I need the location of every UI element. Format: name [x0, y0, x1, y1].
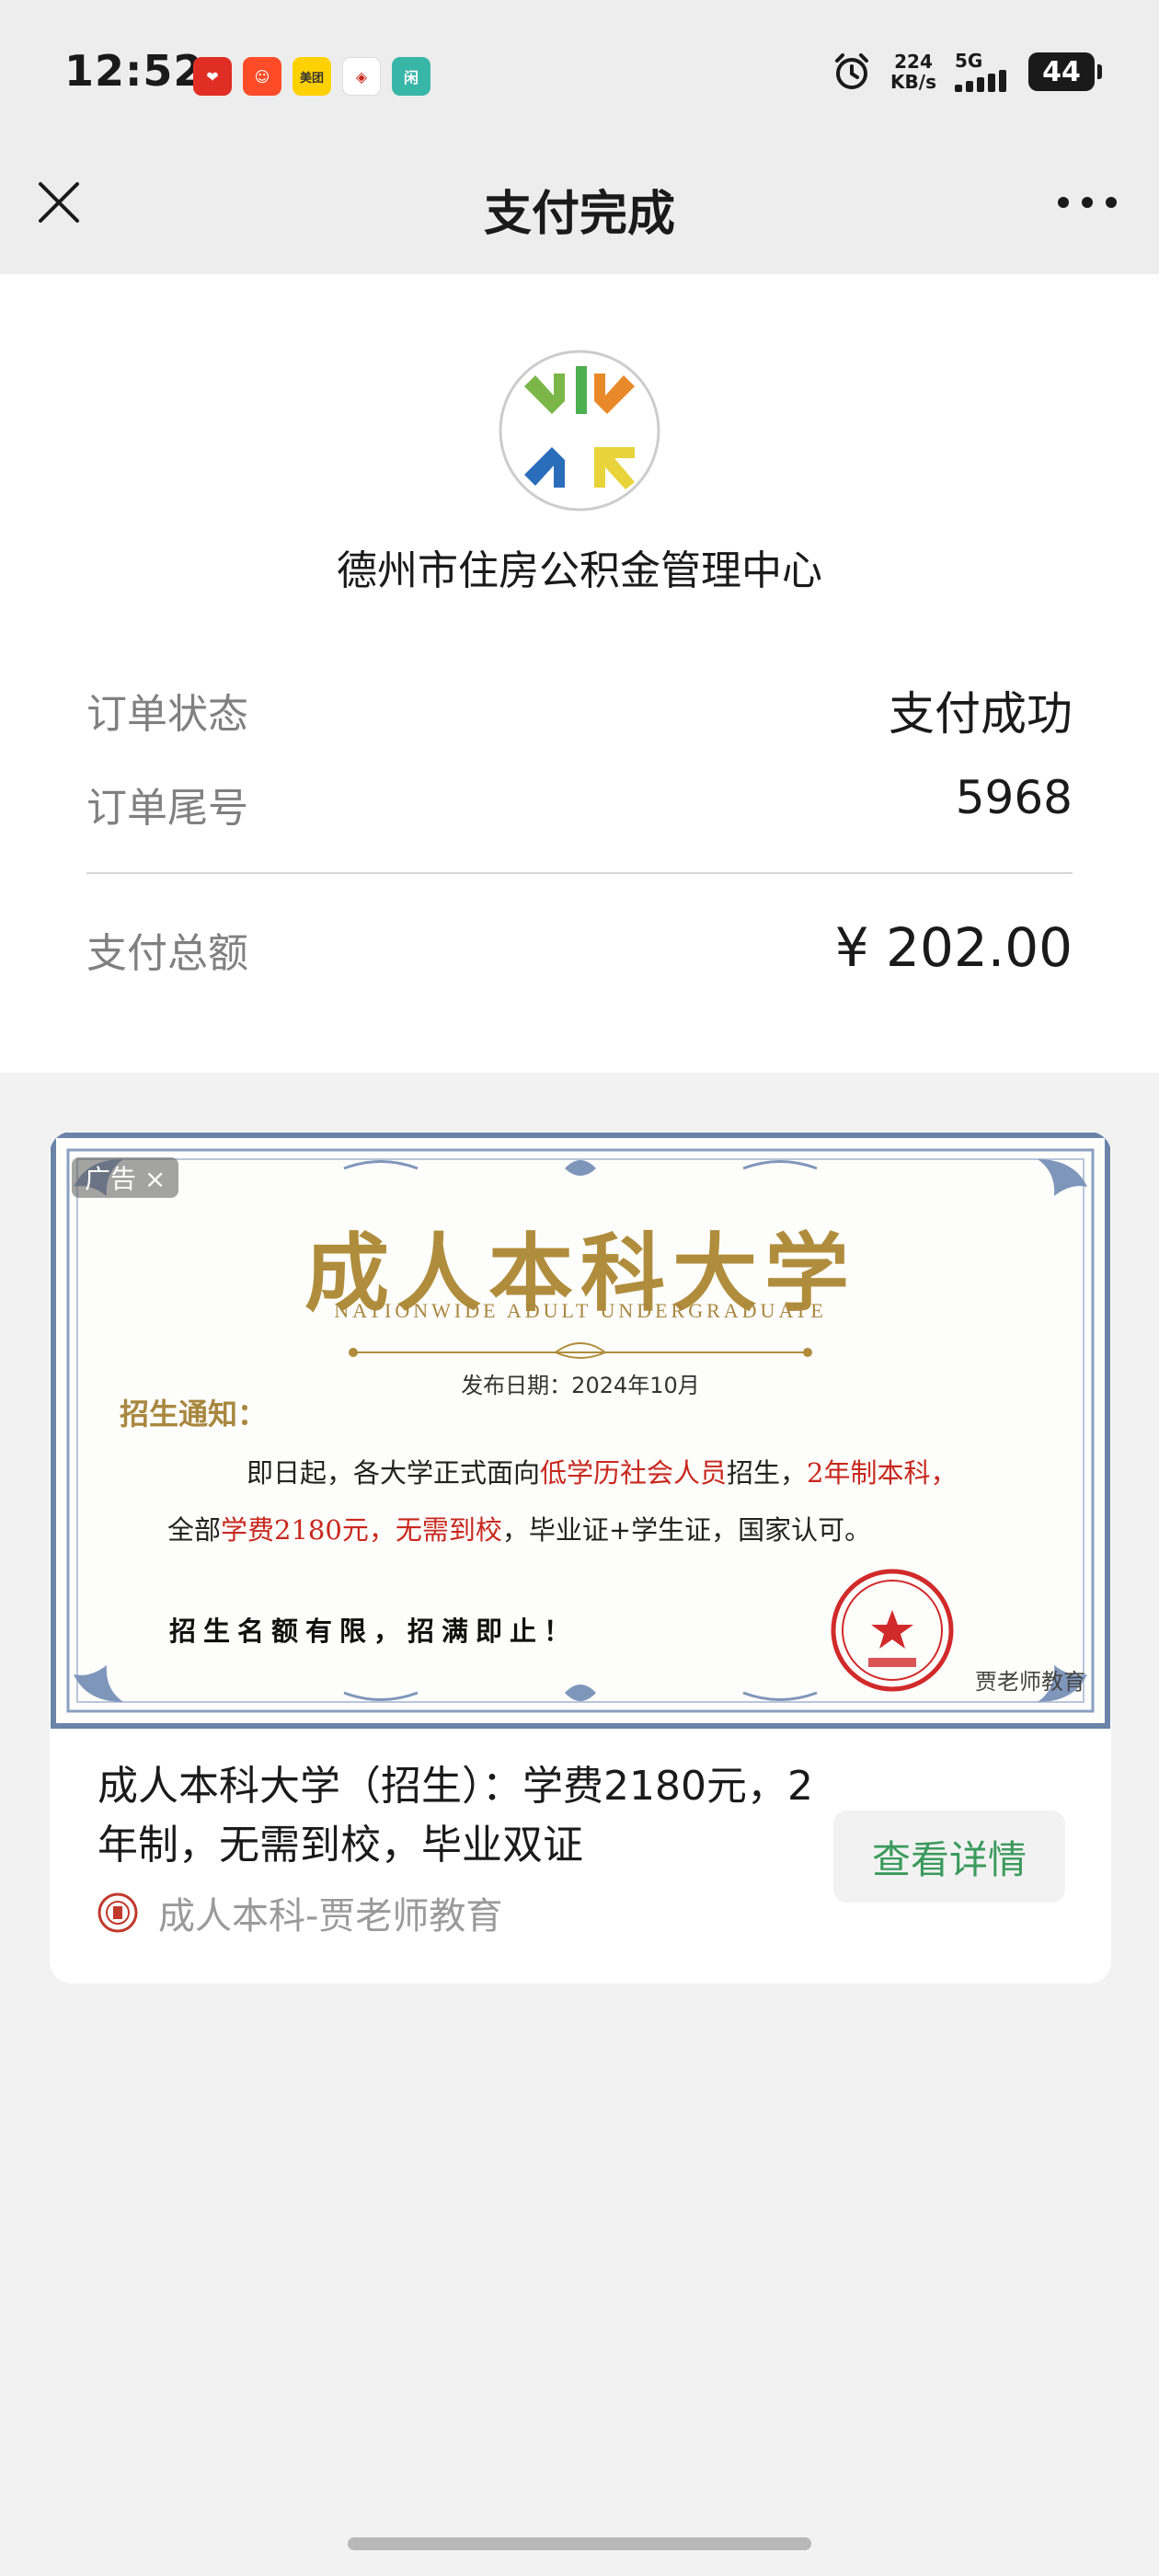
ad-title[interactable]: 成人本科大学（招生）：学费2180元，2年制，无需到校，毕业双证: [98, 1757, 815, 1875]
order-status-label: 订单状态: [86, 691, 248, 738]
signal-group: 5G: [955, 52, 1010, 92]
xianyu-icon: 闲: [392, 57, 430, 96]
alarm-icon: [835, 53, 869, 89]
status-time: 12:52: [64, 46, 204, 96]
certificate-signature: 贾老师教育: [975, 1669, 1085, 1695]
notice-text: 全部: [167, 1514, 222, 1546]
ad-card[interactable]: 广告 × 成人本科大学 NATIONWIDE ADULT UNDERGRADUA…: [50, 1132, 1111, 1984]
page-title: 支付完成: [483, 187, 675, 242]
seal-stamp: [831, 1569, 954, 1692]
order-number-value: 5968: [955, 771, 1073, 824]
order-status-value: 支付成功: [889, 687, 1073, 741]
ad-source[interactable]: 成人本科-贾老师教育: [98, 1886, 502, 1939]
status-right: 224 KB/s 5G 44: [832, 52, 1102, 92]
more-icon[interactable]: [1052, 177, 1122, 228]
pinduoduo-icon: ❤: [193, 57, 232, 96]
network-type: 5G: [955, 50, 983, 72]
merchant-name: 德州市住房公积金管理中心: [337, 547, 822, 594]
ad-image[interactable]: 广告 × 成人本科大学 NATIONWIDE ADULT UNDERGRADUA…: [50, 1132, 1111, 1730]
net-speed-value: 224: [894, 51, 933, 73]
notice-line-1: 即日起，各大学正式面向低学历社会人员招生，2年制本科，: [247, 1452, 958, 1490]
news-icon: ◈: [342, 57, 381, 96]
net-speed: 224 KB/s: [890, 52, 936, 92]
net-speed-unit: KB/s: [890, 71, 936, 93]
meituan-icon: 美团: [293, 57, 331, 96]
notice-limit: 招生名额有限，招满即止！: [169, 1616, 579, 1647]
battery-icon: 44: [1028, 52, 1102, 91]
notice-text: 即日起，各大学正式面向: [247, 1457, 541, 1489]
notice-highlight: 学费2180元，无需到校: [221, 1514, 502, 1546]
notice-text: 招生，: [727, 1457, 808, 1489]
divider: [86, 872, 1073, 874]
notice-heading: 招生通知：: [120, 1397, 268, 1432]
certificate-subtitle: NATIONWIDE ADULT UNDERGRADUATE: [334, 1299, 827, 1322]
home-indicator[interactable]: [348, 2537, 811, 2550]
notice-highlight: 2年制本科，: [807, 1457, 958, 1489]
merchant-logo: [499, 350, 660, 512]
total-amount-value: ¥ 202.00: [834, 916, 1073, 979]
order-number-label: 订单尾号: [86, 785, 248, 832]
signal-icon: [955, 70, 1006, 92]
notification-icons: ❤ ☺ 美团 ◈ 闲: [193, 57, 430, 96]
taobao-icon: ☺: [243, 57, 281, 96]
total-amount-label: 支付总额: [86, 930, 248, 977]
status-bar: 12:52 ❤ ☺ 美团 ◈ 闲 224 KB/s 5G 44: [0, 0, 1159, 147]
ad-source-name: 成人本科-贾老师教育: [158, 1895, 503, 1938]
view-details-button[interactable]: 查看详情: [833, 1811, 1065, 1903]
ad-tag[interactable]: 广告 ×: [72, 1157, 179, 1198]
notice-line-2: 全部学费2180元，无需到校，毕业证+学生证，国家认可。: [167, 1509, 871, 1547]
school-logo-icon: [98, 1892, 138, 1933]
notice-highlight: 低学历社会人员: [540, 1457, 728, 1489]
notice-text: ，毕业证+学生证，国家认可。: [501, 1514, 872, 1546]
